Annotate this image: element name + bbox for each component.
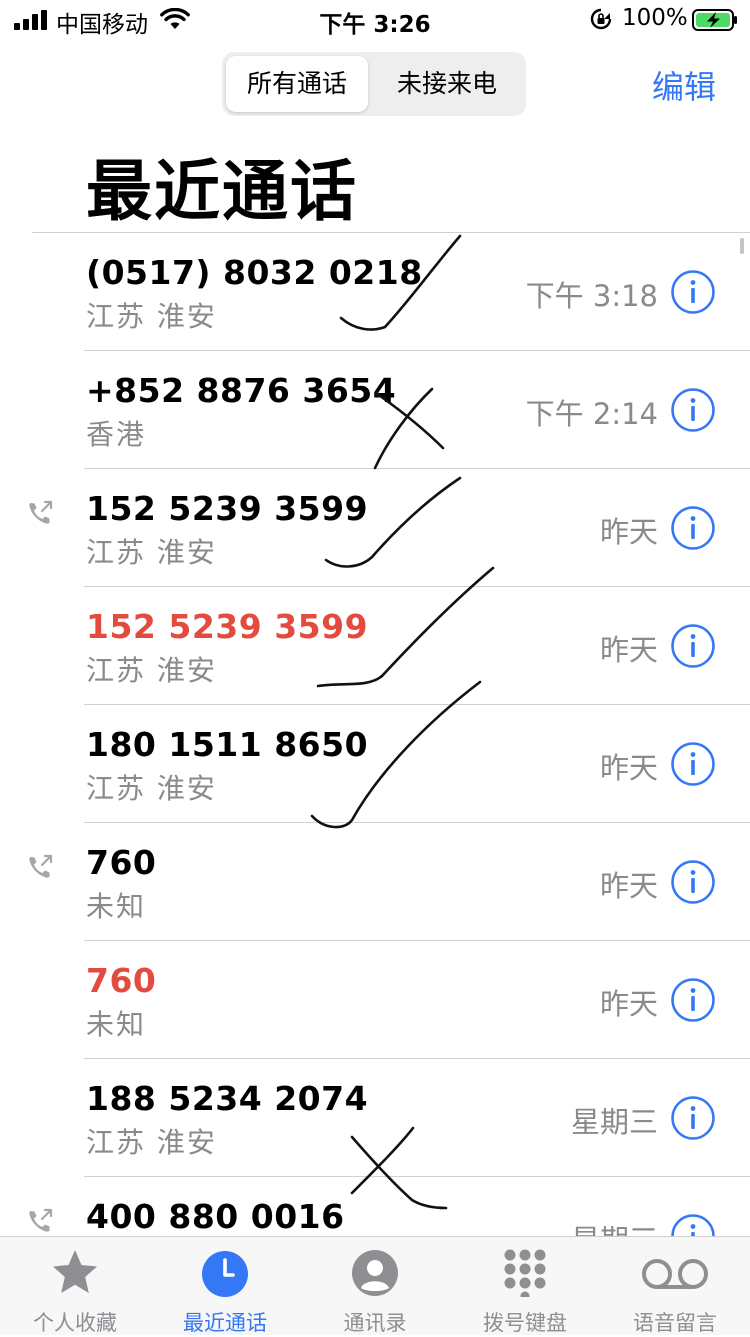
tab-favorites[interactable]: 个人收藏 xyxy=(0,1237,150,1335)
call-number: +852 8876 3654 xyxy=(86,371,397,410)
info-icon[interactable] xyxy=(670,859,716,905)
outgoing-call-icon xyxy=(29,1208,53,1232)
rotation-lock-icon xyxy=(590,8,612,30)
info-icon[interactable] xyxy=(670,1095,716,1141)
tab-recents[interactable]: 最近通话 xyxy=(150,1237,300,1335)
call-row[interactable]: 152 5239 3599 江苏 淮安 昨天 xyxy=(0,587,750,705)
call-filter-segmented-control: 所有通话 未接来电 xyxy=(222,52,526,116)
call-time: 昨天 xyxy=(599,987,658,1021)
call-row[interactable]: 180 1511 8650 江苏 淮安 昨天 xyxy=(0,705,750,823)
call-row[interactable]: 760 未知 昨天 xyxy=(0,941,750,1059)
call-location: 香港 xyxy=(86,418,147,451)
keypad-icon xyxy=(504,1249,546,1297)
tab-label: 个人收藏 xyxy=(33,1311,117,1335)
call-number: 180 1511 8650 xyxy=(86,725,369,764)
call-number: 152 5239 3599 xyxy=(86,607,369,646)
call-number: 152 5239 3599 xyxy=(86,489,369,528)
star-icon xyxy=(53,1250,97,1293)
call-time: 昨天 xyxy=(599,515,658,549)
edit-button[interactable]: 编辑 xyxy=(652,62,716,108)
recent-calls-list: (0517) 8032 0218 江苏 淮安 下午 3:18 +852 8876… xyxy=(0,233,750,1295)
call-number: (0517) 8032 0218 xyxy=(86,253,423,292)
page-title: 最近通话 xyxy=(86,153,358,230)
tab-label: 拨号键盘 xyxy=(483,1311,567,1335)
call-location: 江苏 淮安 xyxy=(86,1126,217,1159)
call-location: 未知 xyxy=(86,890,147,923)
call-location: 江苏 淮安 xyxy=(86,654,217,687)
outgoing-call-icon xyxy=(29,500,53,524)
call-row[interactable]: +852 8876 3654 香港 下午 2:14 xyxy=(0,351,750,469)
call-time: 下午 2:14 xyxy=(525,397,658,431)
info-icon[interactable] xyxy=(670,505,716,551)
call-time: 昨天 xyxy=(599,869,658,903)
call-number: 400 880 0016 xyxy=(86,1197,345,1236)
voicemail-icon xyxy=(642,1259,708,1289)
clock-icon xyxy=(202,1251,248,1297)
info-icon[interactable] xyxy=(670,269,716,315)
call-time: 星期三 xyxy=(570,1105,658,1139)
tab-label: 最近通话 xyxy=(183,1311,267,1335)
info-icon[interactable] xyxy=(670,387,716,433)
call-time: 昨天 xyxy=(599,633,658,667)
contacts-icon xyxy=(352,1250,398,1296)
call-row[interactable]: 152 5239 3599 江苏 淮安 昨天 xyxy=(0,469,750,587)
battery-icon xyxy=(692,9,737,31)
tab-label: 语音留言 xyxy=(633,1311,717,1335)
segment-missed-calls[interactable]: 未接来电 xyxy=(372,56,522,112)
call-row[interactable]: (0517) 8032 0218 江苏 淮安 下午 3:18 xyxy=(0,233,750,351)
info-icon[interactable] xyxy=(670,977,716,1023)
segment-all-calls[interactable]: 所有通话 xyxy=(226,56,368,112)
call-number: 188 5234 2074 xyxy=(86,1079,369,1118)
info-icon[interactable] xyxy=(670,741,716,787)
info-icon[interactable] xyxy=(670,623,716,669)
tab-voicemail[interactable]: 语音留言 xyxy=(600,1237,750,1335)
call-number: 760 xyxy=(86,843,157,882)
call-location: 江苏 淮安 xyxy=(86,300,217,333)
call-location: 江苏 淮安 xyxy=(86,772,217,805)
outgoing-call-icon xyxy=(29,854,53,878)
tab-label: 通讯录 xyxy=(343,1311,407,1335)
tab-bar: 个人收藏 最近通话 通讯录 拨号键盘 语音留言 xyxy=(0,1236,750,1335)
call-row[interactable]: 760 未知 昨天 xyxy=(0,823,750,941)
status-bar: 中国移动 下午 3:26 100% xyxy=(0,0,750,40)
call-number: 760 xyxy=(86,961,157,1000)
call-time: 下午 3:18 xyxy=(525,279,658,313)
tab-keypad[interactable]: 拨号键盘 xyxy=(450,1237,600,1335)
call-time: 昨天 xyxy=(599,751,658,785)
call-location: 江苏 淮安 xyxy=(86,536,217,569)
tab-contacts[interactable]: 通讯录 xyxy=(300,1237,450,1335)
battery-percentage: 100% xyxy=(622,5,688,31)
call-row[interactable]: 188 5234 2074 江苏 淮安 星期三 xyxy=(0,1059,750,1177)
call-location: 未知 xyxy=(86,1008,147,1041)
